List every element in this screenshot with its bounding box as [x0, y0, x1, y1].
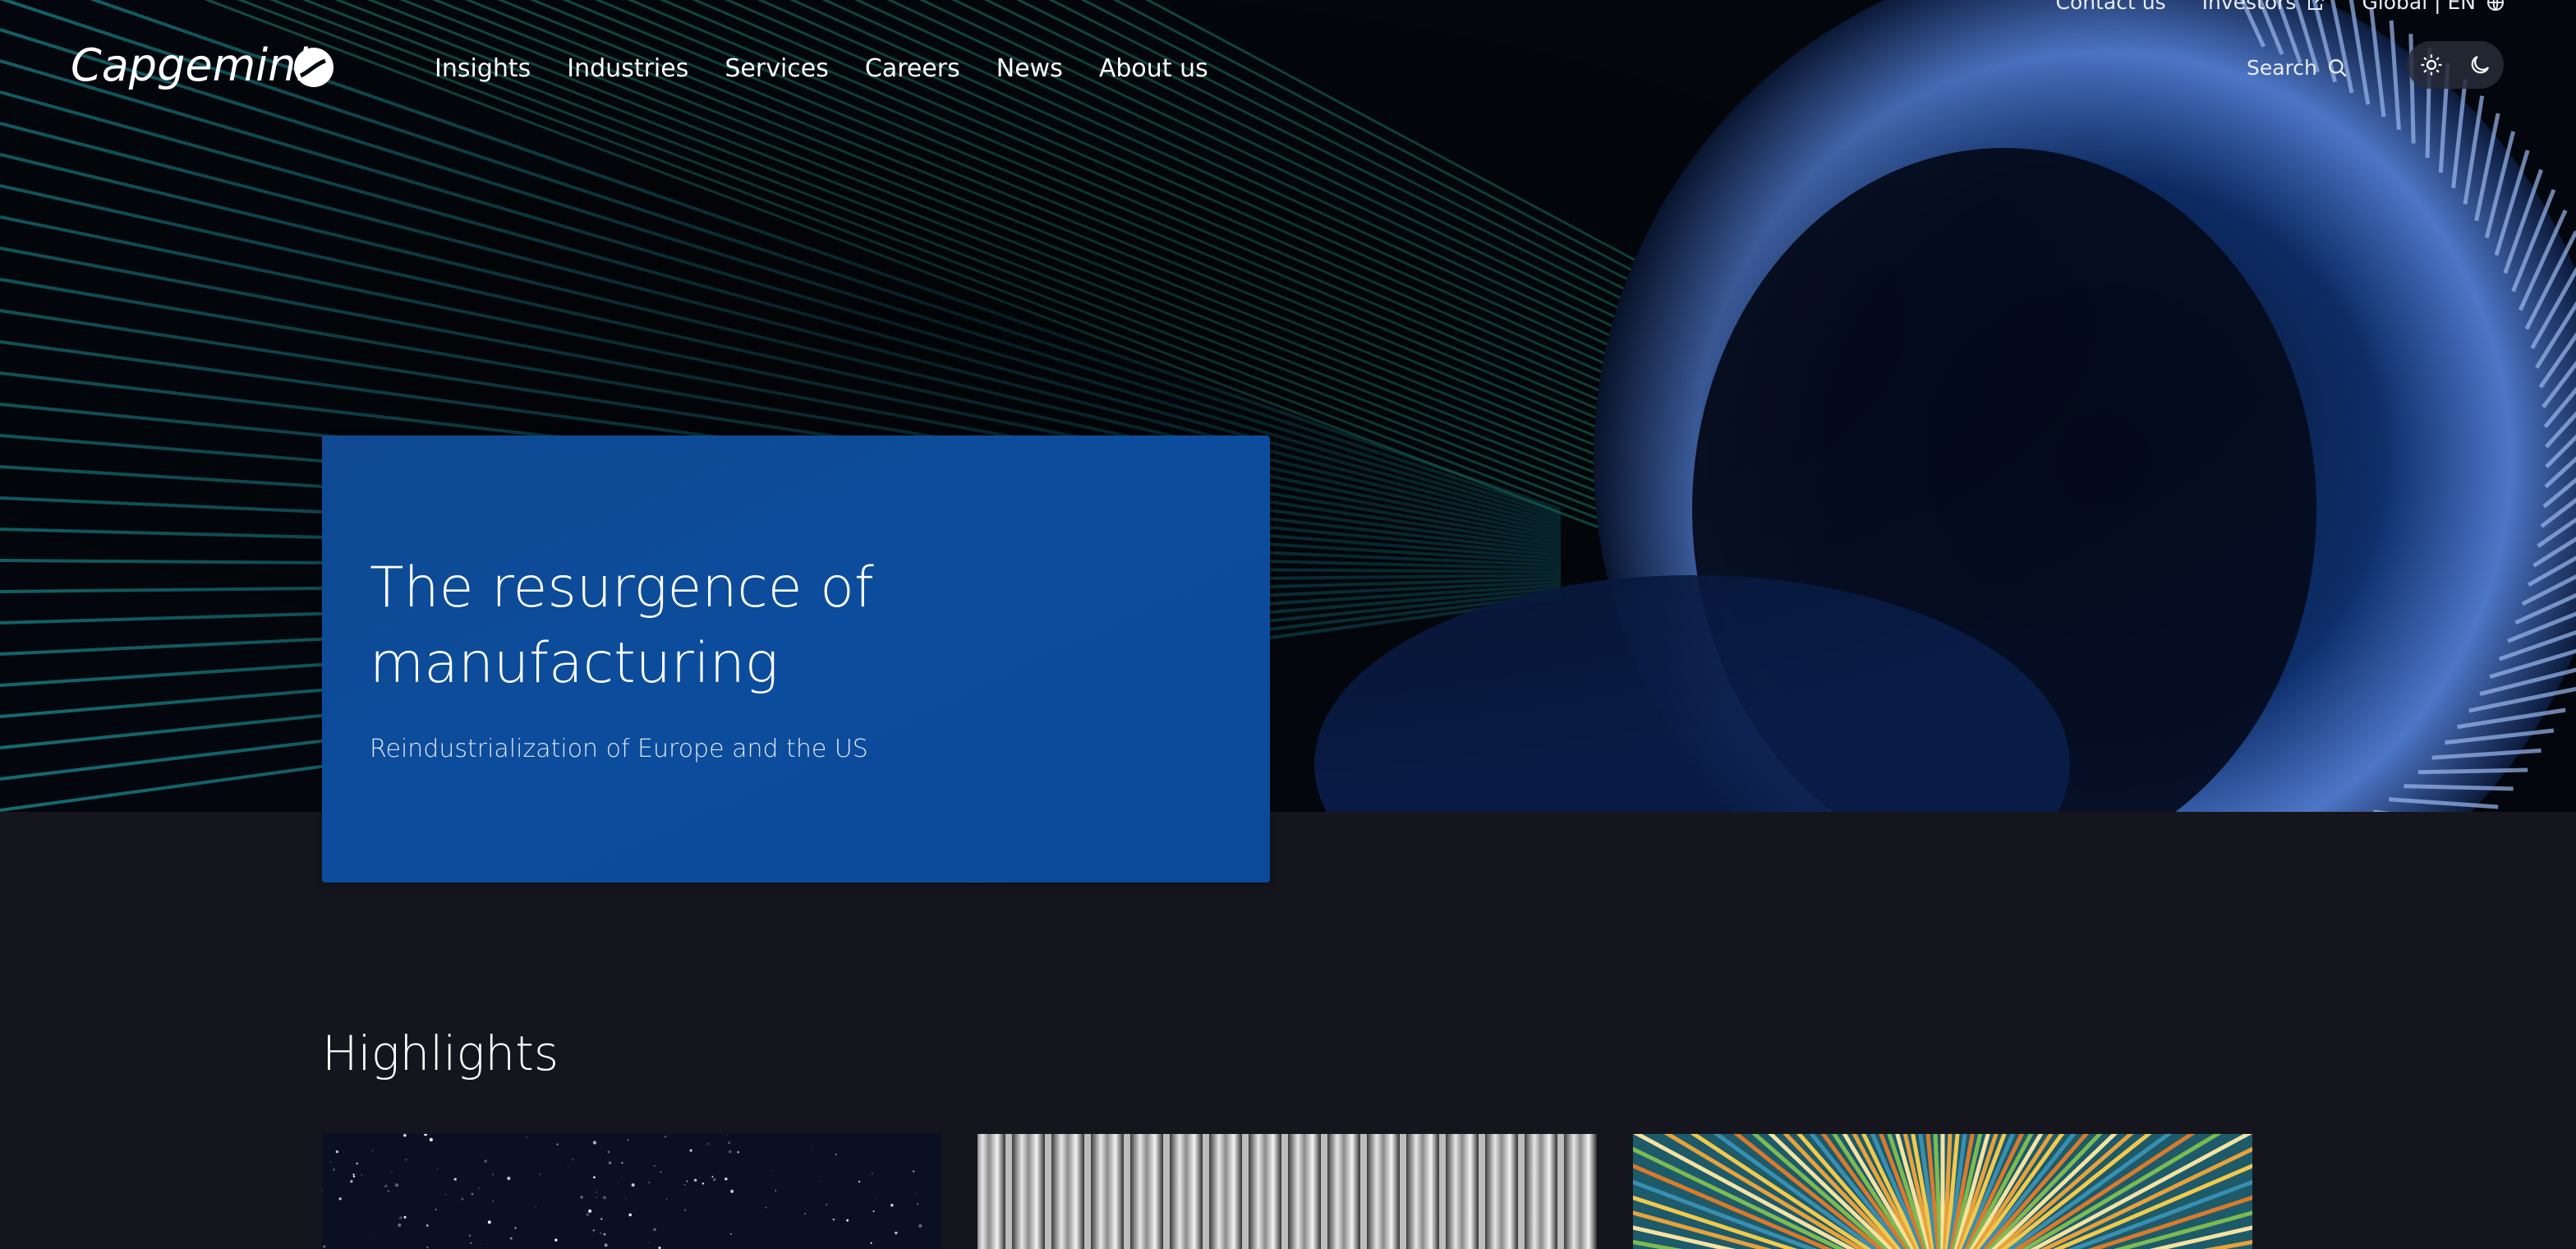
moon-icon [2471, 55, 2489, 74]
nav-item-about-us[interactable]: About us [1099, 54, 1208, 83]
metal-coils-image [978, 1134, 1597, 1249]
hero-card[interactable]: The resurgence of manufacturing Reindust… [322, 436, 1270, 883]
contact-us-link[interactable]: Contact us [2056, 0, 2166, 14]
utility-bar: Contact us Investors Global | EN [2056, 0, 2505, 14]
sun-icon [2421, 54, 2441, 76]
locale-selector[interactable]: Global | EN [2362, 0, 2505, 14]
locale-label: Global | EN [2362, 0, 2476, 14]
nav-item-news[interactable]: News [996, 54, 1063, 83]
highlight-card-2[interactable] [978, 1134, 1597, 1249]
nav-item-industries[interactable]: Industries [567, 54, 688, 83]
highlights-heading: Highlights [322, 1025, 559, 1081]
colorful-burst-image [1633, 1134, 2252, 1249]
globe-icon [2487, 0, 2504, 11]
highlight-card-1[interactable] [322, 1134, 941, 1249]
spade-icon [294, 48, 334, 87]
capgemini-logo[interactable]: Capgemini [71, 38, 342, 104]
hero-title: The resurgence of manufacturing [370, 555, 874, 696]
main-nav: Insights Industries Services Careers New… [435, 54, 1208, 83]
hero-subtitle: Reindustrialization of Europe and the US [370, 735, 868, 763]
search-label: Search [2247, 56, 2317, 80]
logo-wordmark: Capgemini [71, 39, 308, 91]
highlight-card-3[interactable] [1633, 1134, 2252, 1249]
external-link-icon [2308, 0, 2325, 10]
nav-item-services[interactable]: Services [724, 54, 829, 83]
investors-label: Investors [2201, 0, 2297, 14]
search-button[interactable]: Search [2247, 56, 2348, 80]
nav-item-careers[interactable]: Careers [865, 54, 960, 83]
starry-sky-image [322, 1134, 941, 1249]
investors-link[interactable]: Investors [2202, 0, 2326, 14]
search-icon [2328, 58, 2347, 77]
light-mode-button[interactable] [2415, 48, 2448, 81]
theme-toggle [2407, 41, 2504, 89]
contact-us-label: Contact us [2055, 0, 2166, 14]
nav-item-insights[interactable]: Insights [435, 54, 531, 83]
dark-mode-button[interactable] [2463, 48, 2496, 81]
